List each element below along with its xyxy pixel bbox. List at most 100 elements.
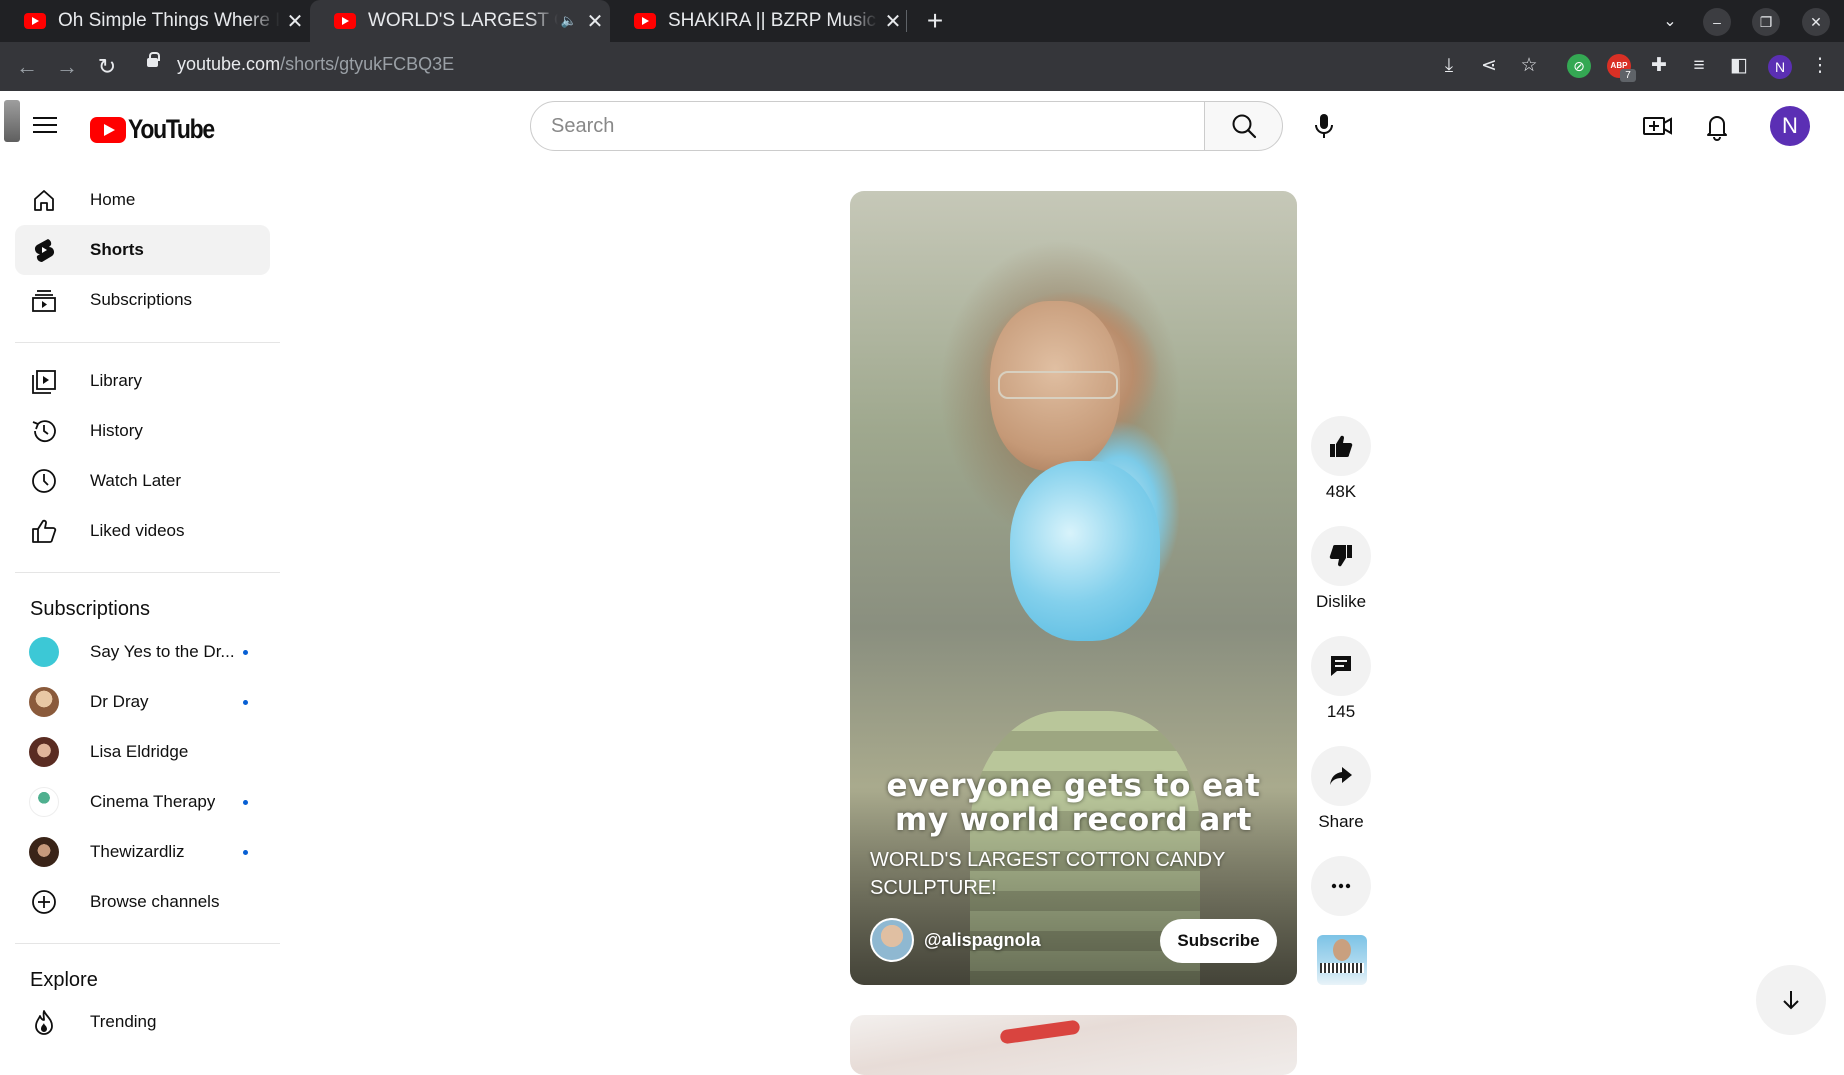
channel-name: Lisa Eldridge (90, 742, 189, 761)
search-button[interactable] (1204, 101, 1283, 151)
like-button[interactable] (1311, 416, 1371, 476)
extensions-puzzle-icon[interactable]: ✚ (1647, 54, 1671, 78)
short-title[interactable]: WORLD'S LARGEST COTTON CANDY SCULPTURE! (870, 846, 1230, 902)
youtube-favicon-icon (24, 13, 46, 29)
next-short-button[interactable] (1756, 965, 1826, 1035)
comments-button[interactable] (1311, 636, 1371, 696)
channel-avatar (29, 837, 59, 867)
next-short-preview[interactable] (850, 1015, 1297, 1075)
sidebar-divider (15, 572, 280, 573)
sidebar-channel-thewizardliz[interactable]: Thewizardliz (15, 827, 270, 877)
browser-tab[interactable]: Oh Simple Things Where I Live ✕ (0, 0, 310, 42)
media-controls-icon[interactable]: ≡ (1687, 54, 1711, 78)
channel-avatar (29, 687, 59, 717)
create-button[interactable] (1637, 106, 1677, 146)
search-icon (1232, 114, 1257, 139)
sidebar-channel-lisa-eldridge[interactable]: Lisa Eldridge (15, 727, 270, 777)
history-icon (29, 416, 59, 446)
shorts-video-player[interactable]: everyone gets to eat my world record art… (850, 191, 1297, 985)
comment-count: 145 (1326, 702, 1356, 721)
sidebar-item-label: Library (90, 371, 142, 390)
sidebar-item-label: Shorts (90, 240, 144, 259)
explore-heading: Explore (30, 969, 98, 991)
video-frame-cotton-candy (1010, 461, 1160, 641)
url-path: /shorts/gtyukFCBQ3E (280, 54, 455, 74)
address-bar[interactable]: youtube.com/shorts/gtyukFCBQ3E (177, 54, 454, 75)
microphone-icon (1315, 114, 1333, 138)
watch-later-icon (29, 466, 59, 496)
guide-menu-icon[interactable] (30, 112, 60, 142)
url-host: youtube.com (177, 54, 281, 74)
tab-title: WORLD'S LARGEST COTTON CANDY (368, 10, 558, 31)
sidebar-item-trending[interactable]: Trending (15, 997, 270, 1047)
channel-name: Say Yes to the Dr... (90, 642, 235, 661)
like-count: 48K (1325, 482, 1357, 501)
new-tab-button[interactable]: + (920, 6, 950, 36)
channel-name: Thewizardliz (90, 842, 185, 861)
more-actions-button[interactable] (1311, 856, 1371, 916)
sidebar-item-history[interactable]: History (15, 406, 270, 456)
side-panel-icon[interactable]: ◧ (1727, 54, 1751, 78)
caption-line-2: my world record art (895, 802, 1252, 838)
browser-tab[interactable]: SHAKIRA || BZRP Music Sessions ✕ (610, 0, 908, 42)
new-content-dot (243, 850, 248, 855)
sidebar-item-subscriptions[interactable]: Subscriptions (15, 275, 270, 325)
extension-green-icon[interactable]: ⊘ (1567, 54, 1591, 78)
thumbs-down-icon (1329, 545, 1352, 567)
install-app-icon[interactable]: ⤓ (1437, 54, 1461, 78)
reload-button[interactable]: ↻ (92, 52, 122, 82)
search-input[interactable] (530, 101, 1205, 151)
comment-icon (1331, 656, 1351, 676)
tab-close-icon[interactable]: ✕ (280, 9, 310, 34)
bookmark-star-icon[interactable]: ☆ (1517, 54, 1541, 78)
sidebar-divider (15, 943, 280, 944)
sidebar-channel-say-yes-to-the-dress[interactable]: Say Yes to the Dr... (15, 627, 270, 677)
minimize-button[interactable]: – (1703, 8, 1731, 36)
tab-title: SHAKIRA || BZRP Music Sessions (668, 10, 878, 31)
share-label: Share (1318, 812, 1364, 831)
sidebar-item-watch-later[interactable]: Watch Later (15, 456, 270, 506)
forward-button[interactable]: → (52, 52, 82, 82)
youtube-play-icon (90, 116, 126, 143)
sound-thumbnail[interactable] (1317, 935, 1367, 985)
restore-button[interactable]: ❐ (1752, 8, 1780, 36)
sidebar-item-label: Home (90, 190, 136, 209)
sidebar-channel-dr-dray[interactable]: Dr Dray (15, 677, 270, 727)
voice-search-button[interactable] (1304, 106, 1344, 146)
create-video-icon (1643, 117, 1672, 135)
channel-avatar[interactable] (870, 918, 914, 962)
close-window-button[interactable]: ✕ (1802, 8, 1830, 36)
tab-close-icon[interactable]: ✕ (580, 9, 610, 34)
channel-handle[interactable]: @alispagnola (924, 930, 1041, 951)
home-icon (29, 185, 59, 215)
sidebar-item-home[interactable]: Home (15, 175, 270, 225)
extension-badge: 7 (1620, 69, 1636, 82)
library-icon (29, 366, 59, 396)
dislike-button[interactable] (1311, 526, 1371, 586)
subscriptions-heading: Subscriptions (30, 598, 151, 620)
tab-search-chevron-icon[interactable]: ⌄ (1656, 8, 1684, 36)
browser-profile-avatar[interactable]: N (1768, 55, 1792, 79)
back-button[interactable]: ← (12, 52, 42, 82)
youtube-logo[interactable]: YouTube (90, 114, 229, 145)
sidebar-item-liked-videos[interactable]: Liked videos (15, 506, 270, 556)
notifications-button[interactable] (1697, 106, 1737, 146)
account-avatar[interactable]: N (1770, 106, 1810, 146)
video-frame-glasses (998, 371, 1118, 399)
thumbs-up-icon (1330, 435, 1353, 457)
sidebar-item-library[interactable]: Library (15, 356, 270, 406)
subscribe-button[interactable]: Subscribe (1160, 919, 1277, 963)
lock-icon[interactable] (147, 52, 160, 67)
browser-tab-active[interactable]: WORLD'S LARGEST COTTON CANDY 🔈 ✕ (310, 0, 610, 42)
browser-menu-icon[interactable]: ⋮ (1808, 54, 1832, 78)
tab-close-icon[interactable]: ✕ (878, 9, 908, 34)
channel-name: Dr Dray (90, 692, 149, 711)
more-horizontal-icon (1331, 883, 1351, 889)
sidebar-channel-cinema-therapy[interactable]: Cinema Therapy (15, 777, 270, 827)
like-icon (29, 516, 59, 546)
audio-playing-icon[interactable]: 🔈 (558, 13, 580, 29)
share-button[interactable] (1311, 746, 1371, 806)
sidebar-item-shorts[interactable]: Shorts (15, 225, 270, 275)
sidebar-item-browse-channels[interactable]: Browse channels (15, 877, 270, 927)
share-page-icon[interactable]: ⋖ (1477, 54, 1501, 78)
